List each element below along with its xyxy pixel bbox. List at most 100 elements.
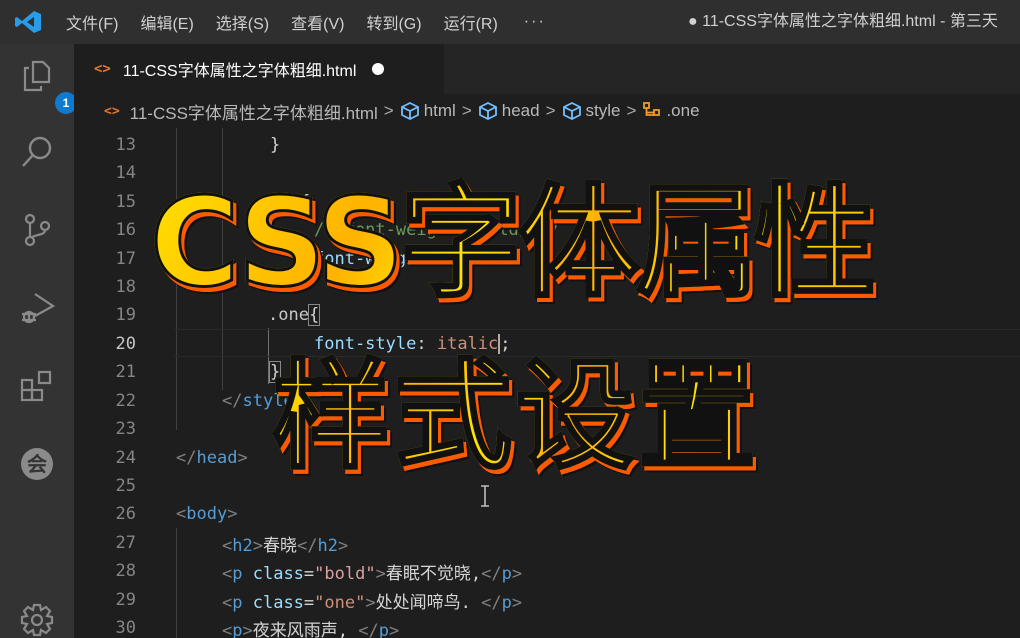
code-text: <body> bbox=[176, 504, 237, 524]
code-line: 26 <body> bbox=[74, 500, 1020, 528]
tag-punct: </ bbox=[176, 448, 197, 469]
attr-value: "one" bbox=[314, 592, 366, 613]
code-line: 29 <p class="one">处处闻啼鸟. </p> bbox=[74, 586, 1020, 614]
breadcrumb-html[interactable]: html bbox=[400, 101, 456, 121]
code-text: </style> bbox=[222, 391, 304, 411]
text-content: 春眠不觉晓, bbox=[385, 563, 482, 584]
extensions-button[interactable] bbox=[17, 366, 57, 406]
menu-go[interactable]: 转到(G) bbox=[366, 10, 421, 34]
code-line: 19 .one{ bbox=[74, 301, 1020, 329]
menu-selection[interactable]: 选择(S) bbox=[216, 10, 269, 34]
css-selector-icon bbox=[643, 102, 661, 116]
run-debug-button[interactable] bbox=[17, 288, 57, 328]
text-content: 夜来风雨声, bbox=[252, 620, 359, 638]
line-number: 24 bbox=[115, 448, 136, 469]
code-line: 18 bbox=[74, 273, 1020, 301]
menu-run[interactable]: 运行(R) bbox=[444, 10, 498, 34]
tag-punct: < bbox=[176, 504, 187, 525]
editor-tab[interactable]: <> 11-CSS字体属性之字体粗细.html bbox=[74, 44, 444, 94]
menu-edit[interactable]: 编辑(E) bbox=[140, 10, 193, 34]
breadcrumb-head[interactable]: head bbox=[478, 101, 540, 121]
css-property: font-style bbox=[314, 334, 417, 355]
tag-name: body bbox=[186, 504, 228, 525]
breadcrumb-head-label: head bbox=[501, 101, 540, 120]
code-line: 25 bbox=[74, 472, 1020, 500]
breadcrumb-selector[interactable]: .one bbox=[642, 101, 700, 121]
code-line-active: 20 font-style: italic; bbox=[74, 330, 1020, 358]
tag-name: p bbox=[378, 620, 389, 638]
tag-name: style bbox=[242, 391, 294, 412]
code-line: 17 font-weight: 700; bbox=[74, 245, 1020, 273]
unsaved-dot-icon[interactable] bbox=[372, 63, 385, 75]
live-share-button[interactable]: 会 bbox=[17, 444, 57, 484]
breadcrumb-separator: > bbox=[461, 101, 472, 120]
search-button[interactable] bbox=[17, 132, 57, 172]
code-line: 15 { bbox=[74, 188, 1020, 216]
source-control-icon bbox=[24, 213, 51, 247]
attr-name: class bbox=[242, 592, 304, 613]
line-number: 15 bbox=[115, 192, 136, 213]
attr-name: class bbox=[242, 563, 304, 584]
tab-bar: <> 11-CSS字体属性之字体粗细.html bbox=[74, 44, 1020, 94]
code-line: 24 </head> bbox=[74, 444, 1020, 472]
line-number: 13 bbox=[115, 135, 136, 156]
code-line: 13 } bbox=[74, 131, 1020, 159]
text-cursor-ibeam-icon bbox=[481, 485, 489, 507]
explorer-button[interactable]: 1 bbox=[17, 56, 77, 114]
tag-punct: </ bbox=[296, 535, 318, 556]
tag-punct: > bbox=[375, 563, 386, 584]
code-text: { bbox=[300, 192, 311, 213]
menu-more-button[interactable]: ··· bbox=[524, 13, 546, 31]
tag-punct: > bbox=[242, 620, 253, 638]
css-selector: .one bbox=[268, 305, 309, 326]
attr-value: "bold" bbox=[314, 563, 376, 584]
code-text: } bbox=[270, 135, 281, 156]
breadcrumb-separator: > bbox=[626, 101, 637, 120]
line-number: 18 bbox=[115, 277, 136, 298]
code-text: font-style: italic; bbox=[314, 334, 511, 355]
menu-file[interactable]: 文件(F) bbox=[66, 10, 118, 34]
line-number: 20 bbox=[115, 334, 136, 355]
code-line: 16 /* font-weight: bold; */ bbox=[74, 216, 1020, 244]
code-text: <h2>春晓</h2> bbox=[222, 531, 348, 556]
title-bar: 文件(F) 编辑(E) 选择(S) 查看(V) 转到(G) 运行(R) ··· … bbox=[0, 0, 1020, 44]
text-content: 春晓 bbox=[262, 535, 297, 556]
tag-name: p bbox=[501, 563, 512, 584]
html-file-icon: <> bbox=[104, 103, 120, 119]
extensions-icon bbox=[20, 370, 52, 402]
tag-punct: < bbox=[222, 535, 233, 556]
line-number: 14 bbox=[115, 163, 136, 184]
code-editor[interactable]: 13 } 14 15 { 16 /* font-weight: bold; */… bbox=[74, 128, 1020, 638]
line-number: 21 bbox=[115, 362, 136, 383]
tag-punct: > bbox=[293, 391, 304, 412]
tag-punct: </ bbox=[481, 563, 502, 584]
breadcrumb-separator: > bbox=[383, 101, 394, 120]
live-share-icon: 会 bbox=[21, 448, 53, 480]
code-line: 23 bbox=[74, 415, 1020, 443]
line-number: 29 bbox=[115, 590, 136, 611]
attr-eq: = bbox=[303, 592, 315, 613]
breadcrumb: <> 11-CSS字体属性之字体粗细.html > html > head > … bbox=[74, 94, 1020, 128]
tag-punct: > bbox=[388, 620, 400, 638]
settings-gear-icon bbox=[20, 603, 54, 637]
line-number: 27 bbox=[115, 533, 136, 554]
menu-bar: 文件(F) 编辑(E) 选择(S) 查看(V) 转到(G) 运行(R) ··· bbox=[66, 10, 546, 34]
breadcrumb-style-label: style bbox=[585, 101, 621, 120]
tag-punct: > bbox=[227, 504, 238, 525]
svg-text:会: 会 bbox=[27, 452, 47, 476]
css-value: italic bbox=[436, 334, 499, 355]
tag-punct: < bbox=[222, 592, 233, 613]
line-number: 23 bbox=[115, 419, 136, 440]
menu-view[interactable]: 查看(V) bbox=[291, 10, 344, 34]
settings-button[interactable] bbox=[17, 600, 57, 638]
source-control-button[interactable] bbox=[17, 210, 57, 250]
attr-eq: = bbox=[303, 563, 315, 584]
code-text: .one{ bbox=[268, 304, 321, 327]
breadcrumb-file[interactable]: <> 11-CSS字体属性之字体粗细.html bbox=[104, 99, 378, 124]
tag-punct: > bbox=[511, 563, 523, 584]
breadcrumb-style[interactable]: style bbox=[562, 101, 621, 121]
tag-punct: < bbox=[222, 563, 233, 584]
element-cube-icon bbox=[478, 101, 497, 121]
line-number: 17 bbox=[115, 249, 136, 270]
text-content: 处处闻啼鸟. bbox=[375, 592, 482, 613]
